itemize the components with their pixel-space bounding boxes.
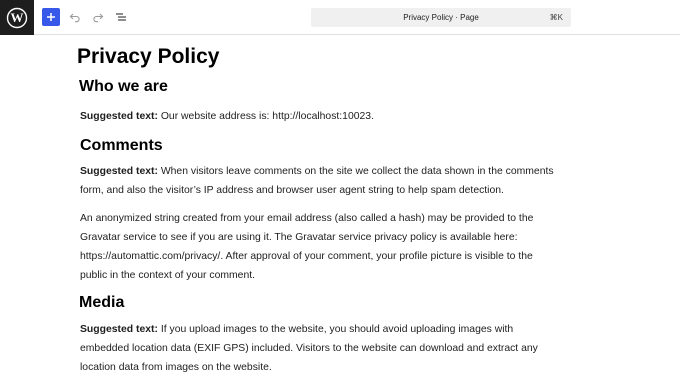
plus-icon: [47, 13, 55, 21]
command-palette-bar[interactable]: Privacy Policy · Page ⌘K: [311, 8, 571, 27]
undo-icon: [69, 13, 80, 23]
editor-canvas: Privacy Policy Who we are Suggested text…: [0, 36, 680, 384]
paragraph-text: Our website address is: http://localhost…: [157, 111, 374, 122]
suggested-text-label: Suggested text:: [80, 166, 158, 177]
suggested-text-label: Suggested text:: [80, 111, 158, 122]
list-view-icon: [116, 13, 126, 21]
heading-media[interactable]: Media: [79, 294, 124, 312]
heading-who-we-are[interactable]: Who we are: [79, 78, 168, 96]
suggested-text-label: Suggested text:: [80, 324, 158, 335]
redo-button[interactable]: [90, 9, 106, 25]
heading-comments[interactable]: Comments: [80, 137, 163, 155]
wordpress-logo-icon[interactable]: W: [0, 0, 34, 35]
paragraph-block[interactable]: Suggested text: Our website address is: …: [80, 107, 560, 126]
page-title[interactable]: Privacy Policy: [77, 45, 219, 69]
undo-button[interactable]: [67, 9, 83, 25]
svg-text:W: W: [11, 10, 24, 25]
paragraph-text: An anonymized string created from your e…: [80, 213, 534, 281]
document-title: Privacy Policy · Page: [403, 13, 479, 22]
command-shortcut-hint: ⌘K: [549, 13, 563, 22]
paragraph-block[interactable]: An anonymized string created from your e…: [80, 209, 560, 285]
paragraph-block[interactable]: Suggested text: When visitors leave comm…: [80, 162, 560, 200]
add-block-button[interactable]: [42, 8, 60, 26]
paragraph-block[interactable]: Suggested text: If you upload images to …: [80, 320, 560, 377]
redo-icon: [93, 13, 104, 23]
document-overview-button[interactable]: [113, 9, 129, 25]
editor-top-toolbar: W Privacy Policy · Page ⌘K: [0, 0, 680, 35]
